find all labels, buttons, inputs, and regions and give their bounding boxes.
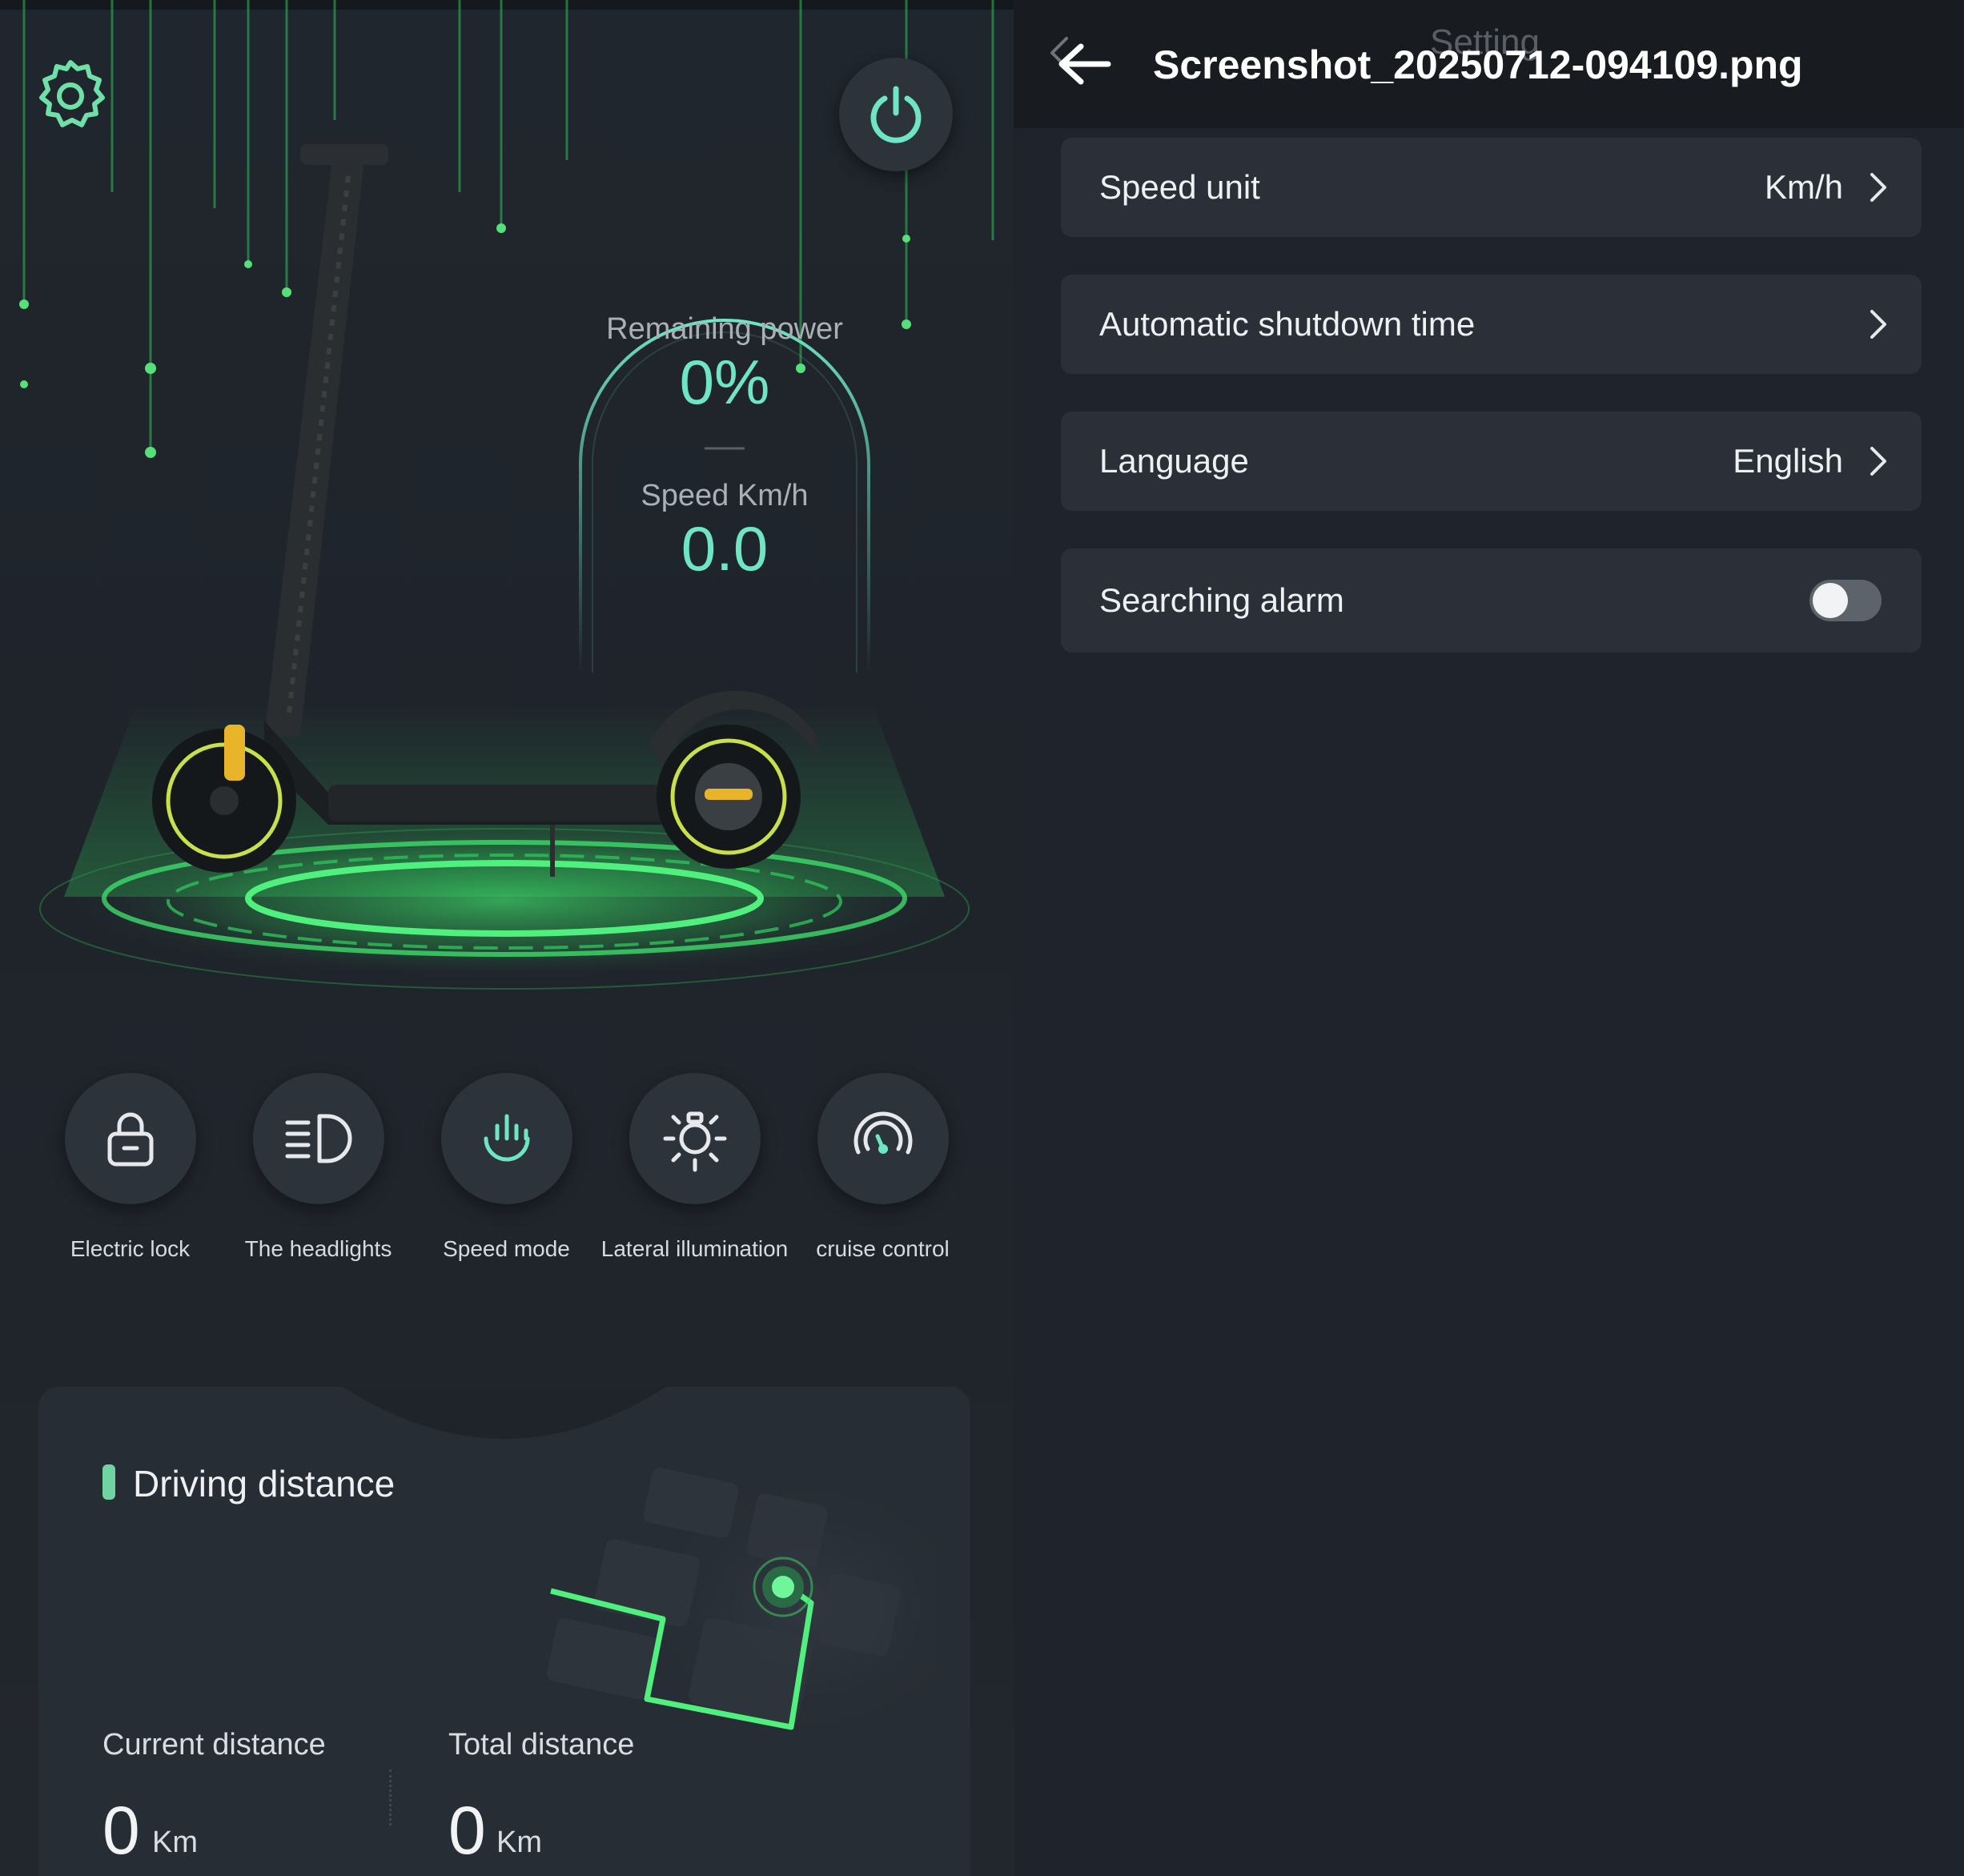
headlights-label: The headlights [244,1236,392,1261]
remaining-power-value: 0% [679,347,770,417]
searching-alarm-toggle[interactable] [1809,580,1882,621]
speed-unit-label: Speed unit [1099,168,1260,206]
electric-lock-label: Electric lock [70,1236,191,1261]
speed-label: Speed Km/h [641,479,809,512]
automatic-shutdown-row[interactable]: Automatic shutdown time [1061,275,1922,374]
driving-distance-card [38,1387,970,1876]
current-distance-unit: Km [152,1826,198,1859]
cruise-control-label: cruise control [816,1236,950,1261]
total-distance-label: Total distance [448,1728,635,1762]
searching-alarm-row: Searching alarm [1061,548,1922,653]
chevron-right-icon [1870,310,1886,339]
file-name-title: Screenshot_20250712-094109.png [1153,42,1803,87]
speed-mode-label: Speed mode [443,1236,570,1261]
settings-gear-icon[interactable] [32,56,109,133]
speed-value: 0.0 [681,513,769,584]
cruise-control-button[interactable] [817,1073,949,1204]
scooter-dashboard: Remaining power 0% Speed Km/h 0.0 Electr… [0,0,1014,1876]
speed-unit-value: Km/h [1764,168,1843,206]
chevron-right-icon [1870,447,1886,476]
language-row[interactable]: Language English [1061,412,1922,511]
headlights-button[interactable] [252,1073,384,1204]
settings-panel: Setting Screenshot_20250712-094109.png S… [1014,0,1964,1876]
electric-lock-control[interactable]: Electric lock [36,1073,224,1265]
speed-unit-row[interactable]: Speed unit Km/h [1061,138,1922,237]
route-map-decoration [38,1387,970,1819]
remaining-power-label: Remaining power [606,312,843,346]
back-arrow-icon[interactable] [1046,32,1118,96]
searching-alarm-label: Searching alarm [1099,581,1344,619]
language-value: English [1733,442,1843,480]
lock-icon [107,1112,153,1167]
current-distance-label: Current distance [102,1728,326,1762]
settings-header: Setting Screenshot_20250712-094109.png [1014,0,1964,128]
speed-mode-icon [484,1114,529,1162]
section-accent-bar [102,1464,115,1500]
headlight-icon [285,1114,351,1163]
automatic-shutdown-label: Automatic shutdown time [1099,305,1476,343]
language-label: Language [1099,442,1249,480]
chevron-right-icon [1870,173,1886,202]
lateral-illumination-label: Lateral illumination [600,1236,789,1261]
toggle-knob [1813,583,1848,618]
electric-lock-button[interactable] [64,1073,196,1204]
total-distance-unit: Km [496,1826,542,1859]
driving-distance-title: Driving distance [133,1463,396,1504]
cruise-control-icon [853,1111,912,1155]
lateral-illumination-button[interactable] [629,1073,761,1204]
total-distance-value: 0 [448,1793,486,1868]
headlights-control[interactable]: The headlights [224,1073,412,1265]
distance-divider [389,1770,392,1826]
speed-mode-control[interactable]: Speed mode [412,1073,600,1265]
control-buttons-row: Electric lock The headlights Speed mode … [0,1073,1014,1313]
lateral-light-icon [663,1111,726,1172]
lateral-illumination-control[interactable]: Lateral illumination [600,1073,789,1265]
speed-mode-button[interactable] [440,1073,572,1204]
cruise-control-control[interactable]: cruise control [789,1073,977,1265]
current-distance-value: 0 [102,1793,140,1868]
